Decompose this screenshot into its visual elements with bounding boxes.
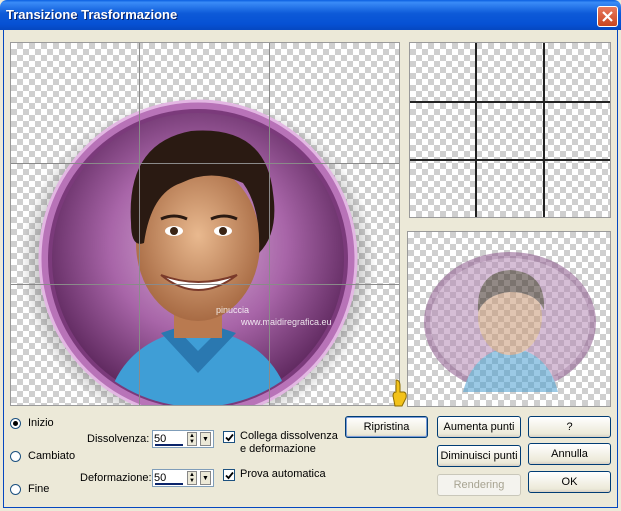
result-image (424, 252, 596, 392)
radio-changed-label: Cambiato (28, 450, 76, 462)
add-points-button[interactable]: Aumenta punti (437, 416, 521, 438)
watermark-name: pinuccia (216, 305, 249, 315)
radio-indicator (10, 417, 21, 429)
main-preview-canvas[interactable]: pinuccia www.maidiregrafica.eu (10, 42, 400, 406)
dissolve-spin-arrows[interactable]: ▲ ▼ (187, 432, 197, 446)
grid-line (139, 43, 140, 405)
radio-indicator (10, 483, 21, 495)
grid-line (410, 101, 610, 103)
auto-preview-checkbox[interactable]: Prova automatica (223, 468, 326, 481)
grid-line (543, 43, 545, 217)
radio-indicator (10, 450, 21, 462)
dissolve-slider-bar (155, 444, 183, 446)
reset-button[interactable]: Ripristina (345, 416, 428, 438)
radio-end[interactable]: Fine (10, 483, 49, 495)
link-checkbox-label: Collega dissolvenza e deformazione (240, 430, 338, 456)
grid-preview (409, 42, 611, 218)
remove-points-button[interactable]: Diminuisci punti (437, 445, 521, 467)
cancel-button[interactable]: Annulla (528, 443, 611, 465)
checkbox-box (223, 431, 235, 443)
link-checkbox-label-line2: e deformazione (240, 443, 316, 455)
result-preview (407, 231, 611, 407)
grid-line (410, 159, 610, 161)
title-bar[interactable]: Transizione Trasformazione (0, 0, 621, 30)
deform-label: Deformazione: (80, 472, 152, 484)
watermark-url: www.maidiregrafica.eu (240, 317, 332, 327)
dissolve-dropdown-icon[interactable]: ▼ (200, 432, 211, 446)
close-icon (602, 11, 613, 22)
link-checkbox-label-line1: Collega dissolvenza (240, 430, 338, 442)
grid-line (475, 43, 477, 217)
check-icon (225, 471, 234, 480)
help-button[interactable]: ? (528, 416, 611, 438)
radio-changed[interactable]: Cambiato (10, 450, 75, 462)
pointer-hand-icon (392, 379, 407, 407)
portrait-image: pinuccia www.maidiregrafica.eu (20, 95, 376, 405)
dissolve-stepper[interactable]: ▲▼ ▼ (152, 430, 214, 448)
grid-line (269, 43, 270, 405)
radio-start[interactable]: Inizio (10, 417, 54, 429)
radio-end-label: Fine (28, 483, 50, 495)
window-title: Transizione Trasformazione (6, 7, 178, 22)
deform-spin-arrows[interactable]: ▲ ▼ (187, 471, 197, 485)
link-dissolve-deform-checkbox[interactable]: Collega dissolvenza e deformazione (223, 430, 338, 456)
grid-line (11, 284, 399, 285)
radio-start-label: Inizio (28, 417, 54, 429)
deform-slider-bar (155, 483, 183, 485)
check-icon (225, 433, 234, 442)
dissolve-label: Dissolvenza: (87, 433, 150, 445)
auto-preview-label: Prova automatica (240, 468, 326, 480)
deform-dropdown-icon[interactable]: ▼ (200, 471, 211, 485)
checkbox-box (223, 469, 235, 481)
close-button[interactable] (597, 6, 618, 27)
deform-stepper[interactable]: ▲▼ ▼ (152, 469, 214, 487)
rendering-button: Rendering (437, 474, 521, 496)
grid-line (11, 163, 399, 164)
ok-button[interactable]: OK (528, 471, 611, 493)
